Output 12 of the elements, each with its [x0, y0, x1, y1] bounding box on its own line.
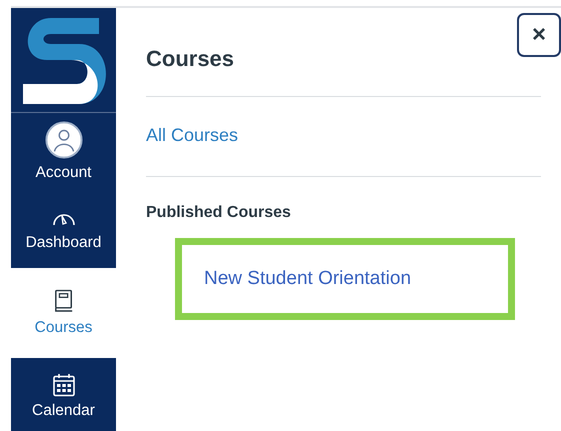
nav-item[interactable]: Calendar — [11, 358, 116, 431]
tray-title: Courses — [146, 46, 234, 72]
nav-item[interactable]: Account — [11, 113, 116, 190]
all-courses-link[interactable]: All Courses — [146, 125, 238, 146]
logo[interactable] — [11, 8, 116, 113]
course-link[interactable]: New Student Orientation — [204, 268, 412, 290]
section-heading: Published Courses — [146, 204, 292, 222]
calendar-icon — [52, 372, 76, 396]
book-icon — [54, 288, 74, 314]
avatar-icon — [44, 121, 82, 159]
close-button[interactable]: × — [517, 13, 561, 57]
nav-item[interactable]: Dashboard — [11, 190, 116, 268]
